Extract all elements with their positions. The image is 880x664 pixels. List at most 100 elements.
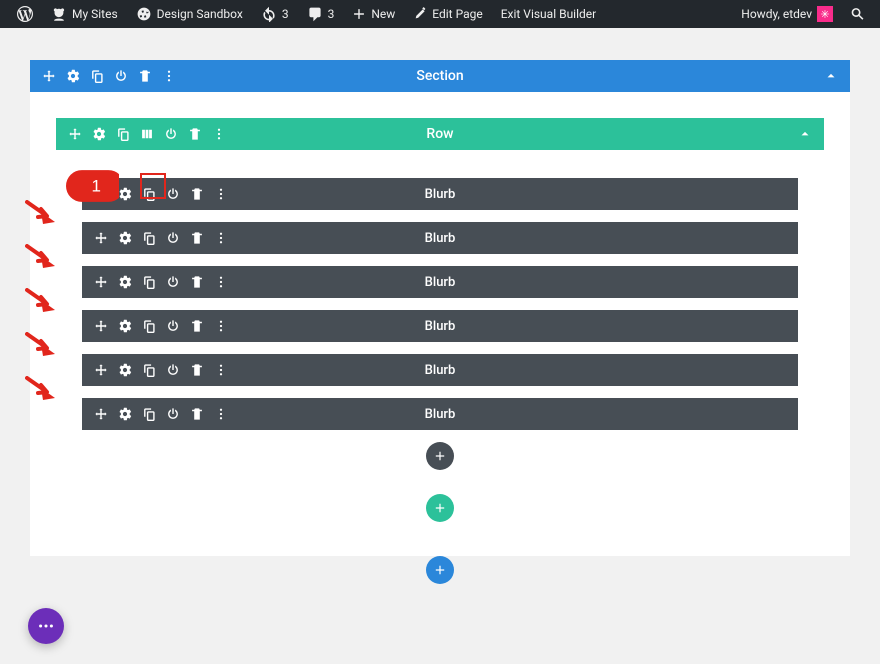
duplicate-icon[interactable] [142,275,156,289]
plus-icon [434,564,446,576]
delete-icon[interactable] [190,231,204,245]
delete-icon[interactable] [190,407,204,421]
multisite-icon [51,6,67,22]
more-icon[interactable] [214,187,228,201]
duplicate-icon[interactable] [142,319,156,333]
module-title: Blurb [425,231,456,246]
more-icon[interactable] [214,407,228,421]
section-title: Section [416,68,463,84]
site-name-label: Design Sandbox [157,7,243,21]
module-bar[interactable]: Blurb [82,398,798,430]
module-tools [94,187,228,201]
comments-link[interactable]: 3 [300,0,342,28]
add-section-button[interactable] [426,556,454,584]
more-icon[interactable] [214,363,228,377]
power-icon[interactable] [166,275,180,289]
columns-icon[interactable] [140,127,154,141]
move-icon[interactable] [94,363,108,377]
module-bar[interactable]: Blurb [82,310,798,342]
settings-icon[interactable] [118,187,132,201]
more-icon[interactable] [162,69,176,83]
site-name-link[interactable]: Design Sandbox [129,0,250,28]
collapse-row-icon[interactable] [798,127,812,141]
module-bar[interactable]: Blurb [82,222,798,254]
duplicate-icon[interactable] [90,69,104,83]
delete-icon[interactable] [190,187,204,201]
power-icon[interactable] [164,127,178,141]
new-label: New [371,7,395,21]
power-icon[interactable] [166,187,180,201]
duplicate-icon[interactable] [142,187,156,201]
more-icon[interactable] [212,127,226,141]
move-icon[interactable] [94,407,108,421]
module-tools [94,363,228,377]
settings-icon[interactable] [66,69,80,83]
row-header[interactable]: Row [56,118,824,150]
more-horizontal-icon [37,617,55,635]
builder-fab[interactable] [28,608,64,644]
module-title: Blurb [425,363,456,378]
module-bar[interactable]: Blurb [82,178,798,210]
settings-icon[interactable] [118,319,132,333]
duplicate-icon[interactable] [142,407,156,421]
add-row-button[interactable] [426,494,454,522]
duplicate-icon[interactable] [142,363,156,377]
duplicate-icon[interactable] [116,127,130,141]
move-icon[interactable] [94,231,108,245]
updates-count: 3 [282,7,289,21]
section-header[interactable]: Section [30,60,850,92]
annotation-arrow-icon [25,200,55,224]
section-block: Section Row [30,60,850,584]
exit-vb-label: Exit Visual Builder [501,7,597,21]
collapse-section-icon[interactable] [824,69,838,83]
duplicate-icon[interactable] [142,231,156,245]
user-avatar: ✳ [817,6,833,22]
move-icon[interactable] [94,187,108,201]
move-icon[interactable] [94,319,108,333]
new-link[interactable]: New [345,0,402,28]
add-module-button[interactable] [426,442,454,470]
updates-link[interactable]: 3 [254,0,296,28]
move-icon[interactable] [94,275,108,289]
settings-icon[interactable] [118,363,132,377]
more-icon[interactable] [214,319,228,333]
my-sites-link[interactable]: My Sites [44,0,125,28]
wp-admin-right: Howdy, etdev ✳ [734,0,870,28]
power-icon[interactable] [166,407,180,421]
row-tools [68,127,226,141]
power-icon[interactable] [114,69,128,83]
power-icon[interactable] [166,363,180,377]
builder-canvas: Section Row [0,28,880,624]
module-tools [94,231,228,245]
settings-icon[interactable] [118,407,132,421]
move-icon[interactable] [68,127,82,141]
move-icon[interactable] [42,69,56,83]
row-block: Row 1 Blurb [56,118,824,522]
howdy-link[interactable]: Howdy, etdev ✳ [734,0,840,28]
module-bar[interactable]: Blurb [82,266,798,298]
delete-icon[interactable] [190,275,204,289]
search-toggle[interactable] [846,0,870,28]
delete-icon[interactable] [190,319,204,333]
edit-page-link[interactable]: Edit Page [406,0,489,28]
wp-logo[interactable] [10,0,40,28]
delete-icon[interactable] [188,127,202,141]
pencil-icon [413,7,427,21]
settings-icon[interactable] [92,127,106,141]
more-icon[interactable] [214,275,228,289]
more-icon[interactable] [214,231,228,245]
exit-vb-link[interactable]: Exit Visual Builder [494,0,604,28]
row-title: Row [426,126,453,142]
dashboard-icon [136,6,152,22]
module-bar[interactable]: Blurb [82,354,798,386]
settings-icon[interactable] [118,231,132,245]
edit-page-label: Edit Page [432,7,482,21]
plus-icon [434,450,446,462]
annotation-arrow-icon [25,376,55,400]
settings-icon[interactable] [118,275,132,289]
module-title: Blurb [425,407,456,422]
power-icon[interactable] [166,319,180,333]
power-icon[interactable] [166,231,180,245]
delete-icon[interactable] [190,363,204,377]
delete-icon[interactable] [138,69,152,83]
